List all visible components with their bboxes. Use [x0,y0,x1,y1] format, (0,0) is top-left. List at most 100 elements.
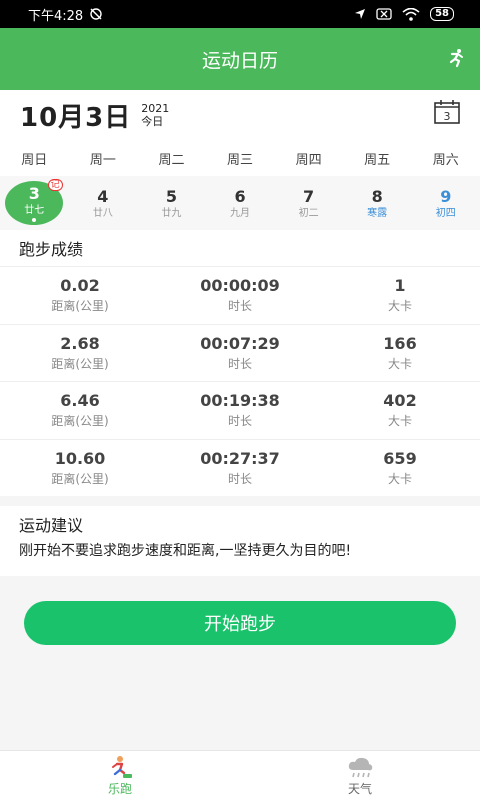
weekday-label: 周三 [227,152,254,168]
duration-cell: 00:19:38 时长 [160,382,320,439]
day-cell[interactable]: 9 初四 [411,176,480,230]
today-label: 今日 [141,115,164,128]
record-row[interactable]: 0.02 距离(公里) 00:00:09 时长 1 大卡 [0,266,480,324]
calories-cell: 402 大卡 [320,382,480,439]
day-cell[interactable]: 5 廿九 [137,176,206,230]
start-running-button[interactable]: 开始跑步 [24,601,456,645]
distance-label: 距离(公里) [51,356,109,371]
distance-label: 距离(公里) [51,299,109,314]
nav-label-run: 乐跑 [107,781,132,796]
duration-label: 时长 [227,356,252,371]
location-icon [355,9,366,19]
nav-item-weather[interactable]: 天气 [240,751,480,800]
duration-value: 00:27:37 [200,448,280,468]
day-cell[interactable]: 7 初二 [274,176,343,230]
weekday-label: 周四 [295,152,322,168]
duration-label: 时长 [227,414,252,429]
record-row[interactable]: 2.68 距离(公里) 00:07:29 时长 166 大卡 [0,323,480,382]
weekday-row: 周日 周一 周二 周三 周四 周五 周六 [0,140,480,176]
week-days-row: 记 3 廿七 4 廿八 5 廿九 6 九月 7 初二 8 寒露 9 初四 [0,176,480,230]
distance-value: 2.68 [60,333,100,353]
nav-label-weather: 天气 [347,781,372,796]
advice-text: 刚开始不要追求跑步速度和距离,一坚持更久为目的吧! [19,543,352,559]
selected-date: 10月3日 [20,102,132,133]
duration-label: 时长 [227,471,252,486]
distance-label: 距离(公里) [51,471,109,486]
day-number: 5 [165,186,178,206]
battery-indicator: 58 [430,7,454,21]
advice-section: 运动建议 刚开始不要追求跑步速度和距离,一坚持更久为目的吧! [0,506,480,576]
runner-icon [112,755,132,778]
record-row[interactable]: 6.46 距离(公里) 00:19:38 时长 402 大卡 [0,381,480,439]
duration-value: 00:07:29 [200,333,280,353]
day-lunar: 九月 [230,207,251,219]
date-header: 10月3日 2021 今日 3 [0,90,480,140]
distance-cell: 0.02 距离(公里) [0,267,160,324]
calories-label: 大卡 [387,471,412,486]
day-lunar: 廿八 [92,207,113,219]
distance-value: 6.46 [60,391,100,411]
duration-cell: 00:27:37 时长 [160,440,320,497]
day-lunar: 廿九 [161,207,182,219]
calories-value: 402 [383,391,417,411]
cloud-rain-icon [348,757,373,777]
calendar-icon-day: 3 [444,110,451,123]
calories-cell: 659 大卡 [320,440,480,497]
day-cell-selected[interactable]: 记 3 廿七 [0,176,69,230]
calories-cell: 1 大卡 [320,267,480,324]
calories-label: 大卡 [387,356,412,371]
bottom-nav: 乐跑 天气 [0,750,480,800]
day-number: 3 [28,184,40,203]
distance-label: 距离(公里) [51,414,109,429]
weekday-label: 周日 [21,152,48,168]
calories-value: 1 [394,276,406,296]
day-number: 9 [440,186,452,206]
day-lunar: 寒露 [367,207,388,219]
nav-item-run[interactable]: 乐跑 [0,751,240,800]
day-cell[interactable]: 6 九月 [206,176,275,230]
calories-value: 166 [383,333,417,353]
distance-cell: 10.60 距离(公里) [0,440,160,497]
records-title: 跑步成绩 [0,230,480,266]
calendar-icon[interactable]: 3 [434,100,460,124]
day-lunar: 廿七 [24,205,45,216]
wifi-icon [402,7,420,21]
duration-value: 00:00:09 [200,276,280,296]
weekday-label: 周一 [89,152,116,168]
distance-value: 0.02 [60,276,100,296]
day-cell[interactable]: 4 廿八 [69,176,138,230]
record-badge: 记 [47,179,63,191]
status-time: 下午4:28 [28,8,84,24]
duration-cell: 00:00:09 时长 [160,267,320,324]
duration-value: 00:19:38 [200,391,280,411]
weekday-label: 周六 [432,152,459,168]
record-row[interactable]: 10.60 距离(公里) 00:27:37 时长 659 大卡 [0,438,480,497]
sim-off-icon [376,8,392,20]
distance-cell: 2.68 距离(公里) [0,325,160,382]
distance-cell: 6.46 距离(公里) [0,382,160,439]
alarm-off-icon [90,8,102,20]
day-number: 8 [371,186,383,206]
distance-value: 10.60 [54,448,106,468]
day-lunar: 初四 [435,207,456,219]
day-number: 6 [234,186,246,206]
duration-label: 时长 [227,299,252,314]
calories-value: 659 [383,448,417,468]
day-number: 4 [97,186,109,206]
calories-cell: 166 大卡 [320,325,480,382]
day-number: 7 [303,186,315,206]
calories-label: 大卡 [387,414,412,429]
day-lunar: 初二 [298,207,319,219]
duration-cell: 00:07:29 时长 [160,325,320,382]
day-cell[interactable]: 8 寒露 [343,176,412,230]
year-block: 2021 今日 [141,102,169,128]
calories-label: 大卡 [387,299,412,314]
app-bar: 运动日历 [0,28,480,90]
records-list: 0.02 距离(公里) 00:00:09 时长 1 大卡 2.68 距离(公里)… [0,266,480,496]
advice-title: 运动建议 [19,516,84,535]
running-icon[interactable] [446,48,466,68]
status-bar: 下午4:28 58 [0,0,480,28]
weekday-label: 周五 [364,152,391,168]
weekday-label: 周二 [158,152,185,168]
year-label: 2021 [141,102,170,115]
